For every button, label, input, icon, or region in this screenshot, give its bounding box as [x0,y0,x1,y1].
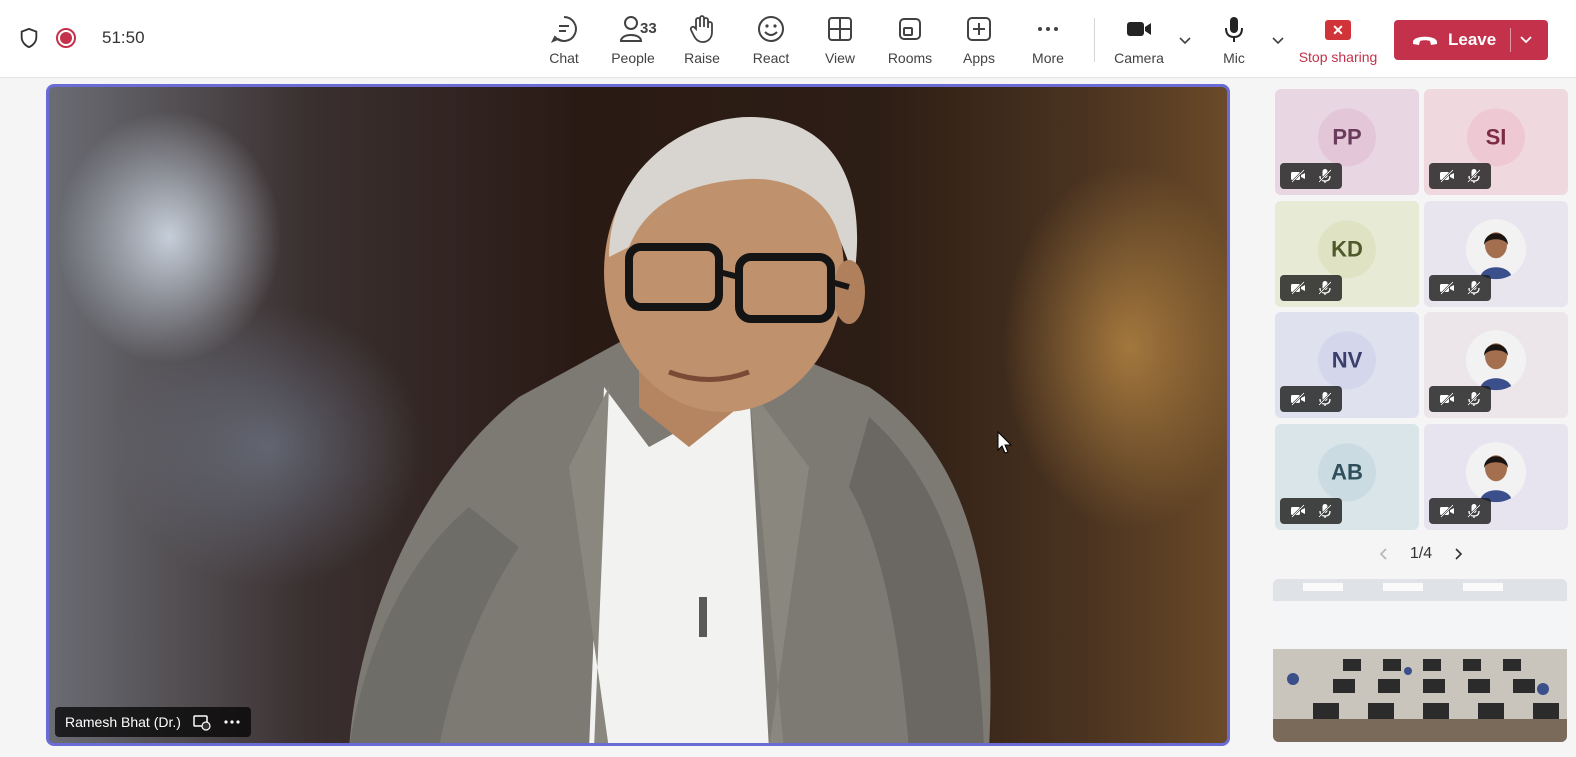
participant-status [1280,386,1342,412]
video-off-icon [1290,169,1305,183]
view-label: View [824,50,856,66]
mic-off-icon [1466,504,1481,518]
leave-label: Leave [1448,30,1497,49]
stop-sharing-button[interactable]: ✕ Stop sharing [1294,18,1382,68]
participant-tile[interactable]: SI [1424,89,1568,195]
mic-off-icon [1317,169,1332,183]
view-button[interactable]: View [809,14,871,70]
participant-tile[interactable]: NV [1275,312,1419,418]
participant-tile[interactable]: KD [1275,201,1419,307]
participant-initials-avatar: NV [1318,331,1376,390]
mic-label: Mic [1223,50,1245,66]
participant-initials-avatar: SI [1467,108,1525,167]
leave-options-chevron-down-icon[interactable] [1518,32,1534,48]
react-label: React [752,50,790,66]
people-label: People [611,50,655,66]
video-off-icon [1439,504,1454,518]
speaker-name: Ramesh Bhat (Dr.) [65,714,181,730]
toolbar-divider [1094,18,1095,62]
microphone-icon [1225,17,1243,42]
mic-off-icon [1317,392,1332,406]
participant-status [1429,163,1491,189]
raise-label: Raise [684,50,720,66]
more-options-ellipsis-icon[interactable] [223,713,241,731]
mic-off-icon [1317,504,1332,518]
apps-label: Apps [963,50,995,66]
participant-photo-avatar [1466,442,1526,503]
apps-button[interactable]: Apps [948,14,1010,70]
rooms-label: Rooms [887,50,933,66]
mic-off-icon [1466,281,1481,295]
rooms-button[interactable]: Rooms [879,14,941,70]
toolbar-left: 51:50 [18,26,145,50]
participant-status [1280,498,1342,524]
main-speaker-video[interactable]: Ramesh Bhat (Dr.) [46,84,1230,746]
mic-button[interactable]: Mic [1203,14,1265,70]
participant-tile[interactable]: PP [1275,89,1419,195]
participant-photo-avatar [1466,219,1526,280]
room-video-feed [1273,579,1567,742]
camera-button[interactable]: Camera [1108,14,1170,70]
previous-page-chevron-left-icon[interactable] [1376,546,1392,562]
stop-sharing-label: Stop sharing [1298,49,1378,65]
participant-tile[interactable] [1424,424,1568,530]
camera-label: Camera [1114,50,1164,66]
ellipsis-icon [1038,27,1058,31]
video-off-icon [1290,392,1305,406]
stop-sharing-icon: ✕ [1325,20,1351,40]
speaker-video-feed [349,117,991,743]
camera-options-chevron-down-icon[interactable] [1177,32,1193,48]
raise-hand-button[interactable]: Raise [671,14,733,70]
video-off-icon [1439,392,1454,406]
mouse-cursor-icon [997,431,1013,454]
page-indicator: 1/4 [1409,545,1433,562]
screen-share-icon [193,715,211,731]
smiley-icon [758,16,784,42]
participant-photo-avatar [1466,330,1526,391]
participant-status [1429,275,1491,301]
participant-initials-avatar: KD [1318,220,1376,279]
people-count: 33 [640,20,657,37]
hang-up-phone-icon [1413,36,1437,45]
mic-off-icon [1466,392,1481,406]
room-video-tile[interactable] [1273,579,1567,742]
chat-button[interactable]: Chat [533,14,595,70]
next-page-chevron-right-icon[interactable] [1450,546,1466,562]
mic-off-icon [1317,281,1332,295]
react-button[interactable]: React [740,14,802,70]
more-label: More [1032,50,1064,66]
hand-icon [689,15,713,43]
participant-status [1280,163,1342,189]
video-camera-icon [1127,22,1151,36]
speaker-name-tag: Ramesh Bhat (Dr.) [55,707,251,737]
rooms-icon [899,18,921,40]
participant-status [1429,386,1491,412]
chat-icon [550,16,577,43]
participant-tile[interactable] [1424,312,1568,418]
participant-initials-avatar: PP [1318,108,1376,167]
video-off-icon [1439,169,1454,183]
leave-button[interactable]: Leave [1394,20,1548,60]
gallery-pager: 1/4 [1376,542,1466,566]
meeting-toolbar: 51:50 Chat 33 People Raise React View Ro… [0,0,1576,78]
chat-label: Chat [549,50,579,66]
participant-status [1280,275,1342,301]
meeting-timer: 51:50 [102,28,145,47]
grid-icon [828,17,852,41]
shield-icon [20,27,38,49]
recording-icon [56,28,76,48]
participant-tile[interactable] [1424,201,1568,307]
participant-initials-avatar: AB [1318,443,1376,502]
more-button[interactable]: More [1017,14,1079,70]
participant-status [1429,498,1491,524]
plus-square-icon [967,17,991,41]
video-off-icon [1290,281,1305,295]
mic-options-chevron-down-icon[interactable] [1270,32,1286,48]
video-off-icon [1439,281,1454,295]
people-button[interactable]: 33 People [602,14,664,70]
mic-off-icon [1466,169,1481,183]
participant-tile[interactable]: AB [1275,424,1419,530]
video-off-icon [1290,504,1305,518]
